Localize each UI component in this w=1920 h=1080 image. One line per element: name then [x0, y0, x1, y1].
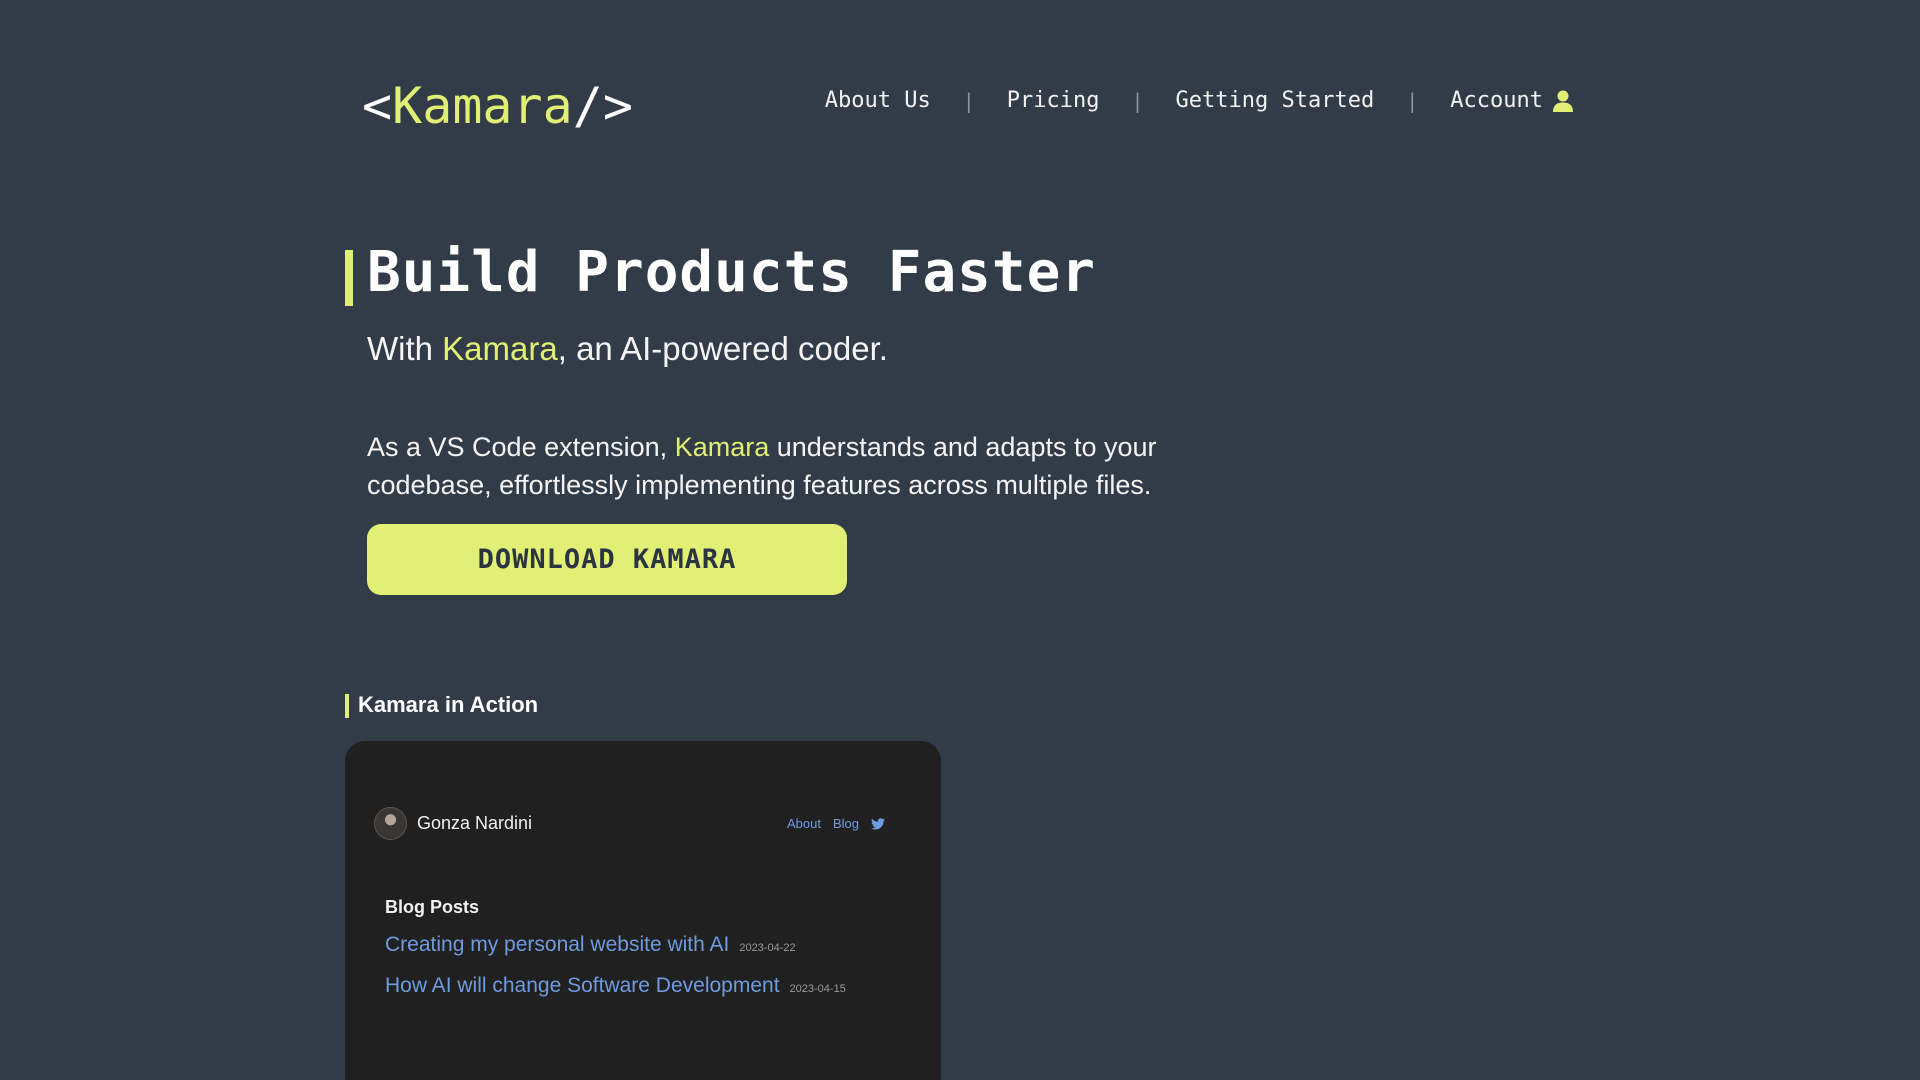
post-date: 2023-04-22 — [739, 942, 796, 954]
nav-account-label: Account — [1450, 88, 1543, 113]
logo-close: /> — [572, 77, 633, 135]
avatar — [374, 807, 407, 840]
preview-author-name: Gonza Nardini — [417, 813, 533, 833]
logo-name: Kamara — [392, 77, 573, 135]
nav-about-us[interactable]: About Us — [825, 88, 931, 113]
section-title: Kamara in Action — [358, 692, 539, 717]
preview-nav: About Blog — [787, 816, 885, 831]
preview-author: Gonza Nardini — [374, 807, 532, 840]
subtitle-after: , an AI-powered coder. — [557, 330, 888, 367]
section-accent-bar — [345, 694, 349, 718]
hero-title: Build Products Faster — [367, 240, 1097, 305]
logo-open: < — [362, 77, 393, 135]
list-item: Creating my personal website with AI 202… — [385, 933, 796, 957]
download-button[interactable]: DOWNLOAD KAMARA — [367, 524, 847, 595]
user-icon — [1553, 90, 1573, 112]
preview-nav-blog[interactable]: Blog — [833, 816, 859, 831]
main-nav: About Us | Pricing | Getting Started | A… — [825, 88, 1573, 113]
description-brand: Kamara — [674, 432, 770, 462]
twitter-icon[interactable] — [871, 817, 885, 830]
description-before: As a VS Code extension, — [367, 432, 675, 462]
post-date: 2023-04-15 — [789, 983, 846, 995]
logo[interactable]: <Kamara/> — [362, 76, 633, 136]
nav-account[interactable]: Account — [1450, 88, 1573, 113]
post-link[interactable]: Creating my personal website with AI — [385, 933, 729, 957]
hero-accent-bar — [345, 250, 353, 306]
demo-preview: Gonza Nardini About Blog Blog Posts Crea… — [345, 741, 941, 1080]
landing-page: <Kamara/> About Us | Pricing | Getting S… — [0, 0, 1920, 1080]
hero-description: As a VS Code extension, Kamara understan… — [367, 428, 1187, 504]
subtitle-before: With — [367, 330, 443, 367]
hero-subtitle: With Kamara, an AI-powered coder. — [367, 330, 888, 368]
nav-getting-started[interactable]: Getting Started — [1176, 88, 1375, 113]
preview-nav-about[interactable]: About — [787, 816, 821, 831]
subtitle-brand: Kamara — [442, 330, 558, 367]
nav-separator: | — [962, 88, 975, 113]
post-link[interactable]: How AI will change Software Development — [385, 974, 780, 998]
nav-separator: | — [1406, 88, 1419, 113]
nav-pricing[interactable]: Pricing — [1007, 88, 1100, 113]
list-item: How AI will change Software Development … — [385, 974, 846, 998]
preview-blog-title: Blog Posts — [385, 897, 480, 917]
nav-separator: | — [1131, 88, 1144, 113]
